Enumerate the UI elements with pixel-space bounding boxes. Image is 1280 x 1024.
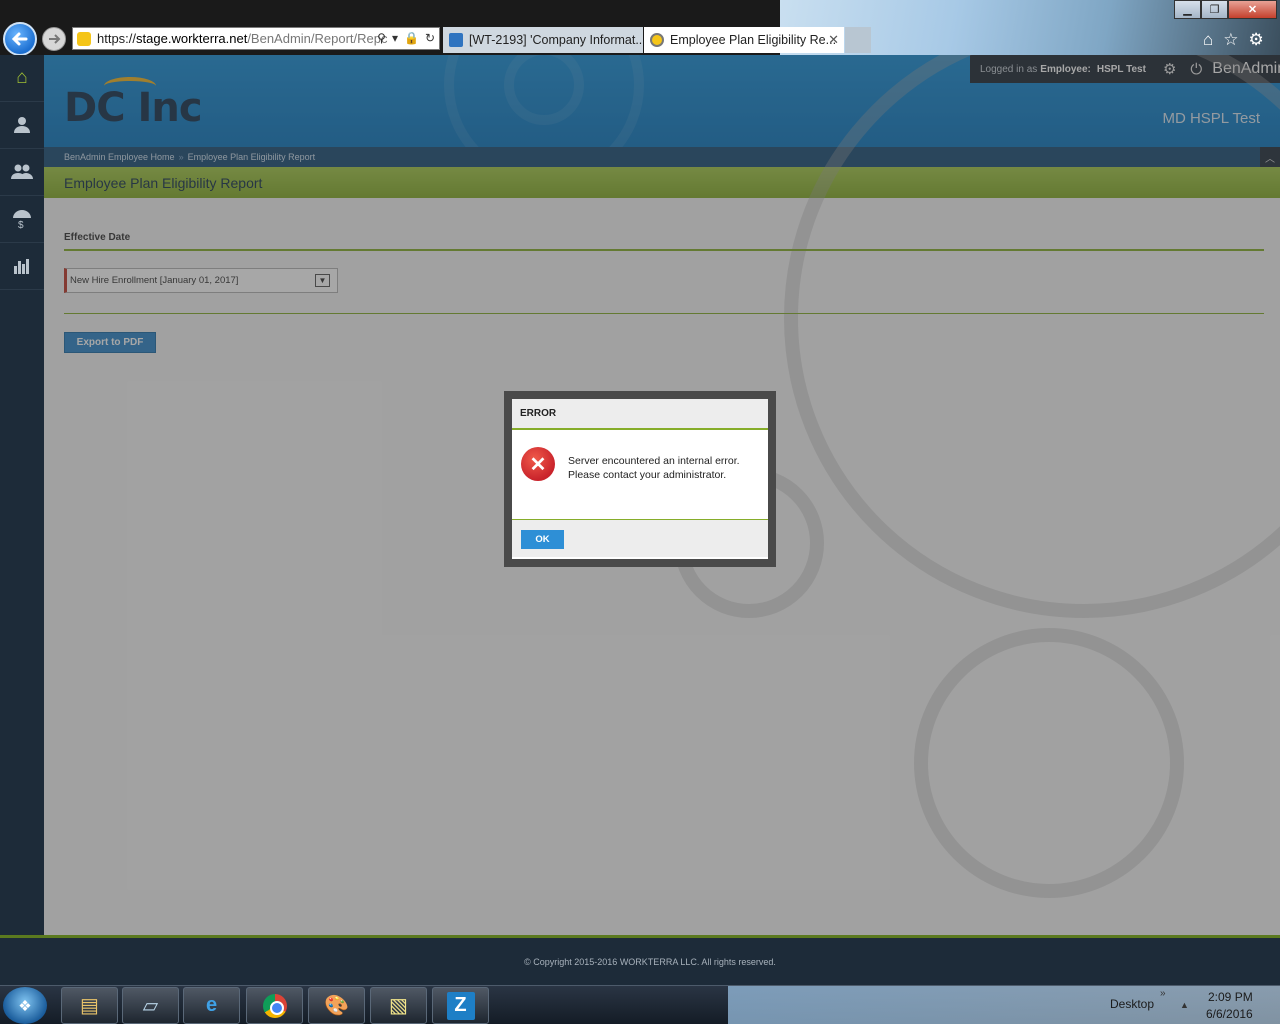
close-window-button[interactable]: ✕ [1228,0,1277,19]
url-scheme: https:// [97,31,137,46]
jira-icon [449,33,463,47]
lock-icon[interactable]: 🔒 [404,31,419,45]
app-sidebar: ⌂ $ [0,55,44,935]
dialog-body: ✕ Server encountered an internal error. … [512,430,768,519]
browser-chrome: https:// stage.workterra.net /BenAdmin/R… [0,0,1280,56]
users-icon [11,164,33,179]
start-button[interactable]: ❖ [3,987,47,1024]
refresh-icon[interactable]: ↻ [425,31,435,45]
site-favicon-icon [77,31,91,46]
copyright-text: © Copyright 2015-2016 WORKTERRA LLC. All… [524,956,776,967]
palette-icon: 🎨 [324,995,349,1017]
clock-time[interactable]: 2:09 PM [1208,990,1253,1004]
error-dialog: ERROR ✕ Server encountered an internal e… [512,399,768,559]
dialog-title: ERROR [512,399,768,430]
clock-date[interactable]: 6/6/2016 [1206,1007,1253,1021]
folder-icon: ▤ [80,995,99,1017]
new-tab-button[interactable] [845,27,871,53]
taskbar-wallpaper [728,986,1280,1024]
star-icon[interactable]: ☆ [1223,30,1238,50]
close-tab-icon[interactable]: ✕ [828,32,839,48]
desktop-toolbar-label[interactable]: Desktop [1110,997,1154,1011]
internet-explorer-icon: e [205,994,218,1016]
arrow-left-icon [11,32,28,46]
window-controls: ▁ ❐ ✕ [1174,0,1277,19]
back-button[interactable] [3,22,37,56]
sidebar-item-employee[interactable] [0,102,44,149]
tab-eligibility-report[interactable]: Employee Plan Eligibility Re... ✕ [644,27,844,53]
sidebar-item-employees[interactable] [0,149,44,196]
taskbar-internet-explorer[interactable]: e [183,987,240,1024]
minimize-button[interactable]: ▁ [1174,0,1201,19]
forward-button[interactable] [42,27,66,51]
home-icon: ⌂ [16,67,28,88]
chrome-icon [262,993,287,1018]
maximize-button[interactable]: ❐ [1201,0,1228,19]
tab-label: [WT-2193] 'Company Informat... [469,33,643,47]
address-tools: ⚲ ▾ 🔒 ↻ [377,31,435,45]
tab-jira[interactable]: [WT-2193] 'Company Informat... [443,27,643,53]
error-message: Server encountered an internal error. Pl… [568,455,740,481]
document-icon: ▱ [142,995,159,1017]
taskbar-sticky-notes[interactable]: ▧ [370,987,427,1024]
url-path: /BenAdmin/Report/Repc [247,31,388,46]
address-bar[interactable]: https:// stage.workterra.net /BenAdmin/R… [72,27,440,50]
windows-taskbar: ❖ ▤ ▱ e 🎨 ▧ Z Desktop » ▲ 2:09 PM 6/6/20… [0,985,1280,1024]
site-favicon-icon [650,33,664,47]
sidebar-item-home[interactable]: ⌂ [0,55,44,102]
home-icon[interactable]: ⌂ [1203,30,1213,50]
sidebar-item-benefits[interactable]: $ [0,196,44,243]
show-hidden-icons-icon[interactable]: ▲ [1180,1000,1189,1010]
umbrella-dollar-icon: $ [13,210,31,229]
search-icon[interactable]: ⚲ [377,31,386,45]
browser-tools: ⌂ ☆ ⚙ [1203,30,1264,50]
dropdown-icon[interactable]: ▾ [392,31,398,45]
tab-label: Employee Plan Eligibility Re... [670,33,837,47]
dialog-footer: OK [512,519,768,557]
z-app-icon: Z [446,991,475,1020]
bar-chart-icon [14,259,29,274]
arrow-right-icon [49,34,61,44]
taskbar-z-app[interactable]: Z [432,987,489,1024]
svg-text:$: $ [18,220,24,229]
taskbar-app[interactable]: ▱ [122,987,179,1024]
url-host: stage.workterra.net [136,31,248,46]
sticky-notes-icon: ▧ [389,995,408,1017]
user-icon [14,117,30,133]
ok-button[interactable]: OK [521,530,564,549]
windows-logo-icon: ❖ [18,997,32,1015]
gear-icon[interactable]: ⚙ [1249,30,1264,50]
taskbar-explorer[interactable]: ▤ [61,987,118,1024]
error-dialog-frame: ERROR ✕ Server encountered an internal e… [504,391,776,567]
taskbar-chrome[interactable] [246,987,303,1024]
taskbar-paint[interactable]: 🎨 [308,987,365,1024]
error-icon: ✕ [521,447,555,481]
app-footer: © Copyright 2015-2016 WORKTERRA LLC. All… [0,935,1280,985]
sidebar-item-reports[interactable] [0,243,44,290]
toolbar-expand-icon[interactable]: » [1160,988,1166,999]
